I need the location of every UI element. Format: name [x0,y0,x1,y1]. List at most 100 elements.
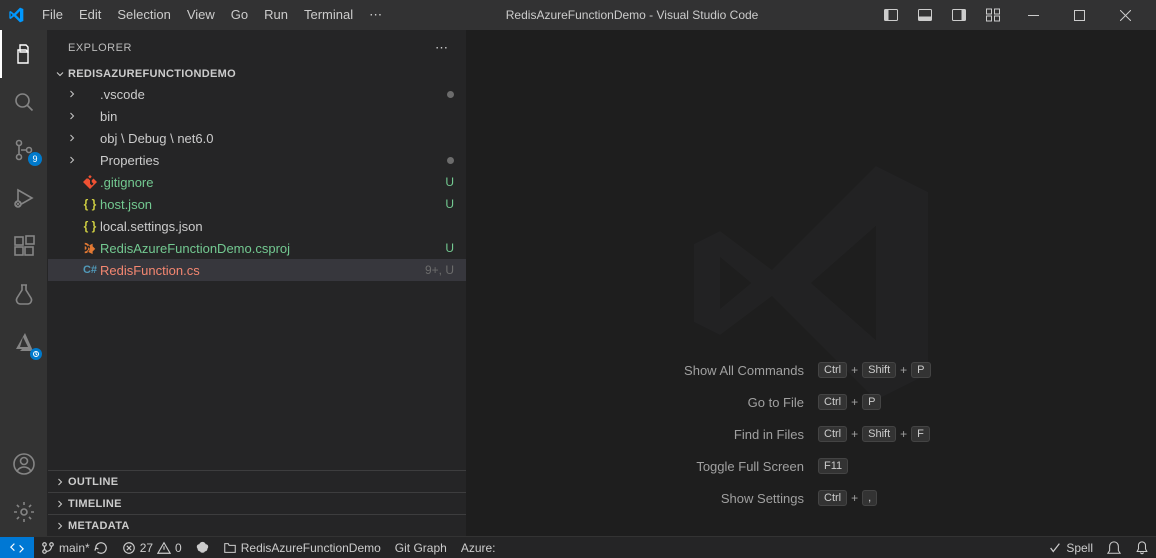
chevron-right-icon [52,498,68,510]
welcome-row: Show All CommandsCtrl+Shift+P [551,362,1071,378]
window-close[interactable] [1102,0,1148,30]
file-row[interactable]: .gitignoreU [48,171,466,193]
welcome-label: Go to File [551,395,804,410]
status-azure[interactable]: Azure: [454,537,503,558]
section-outline-label: OUTLINE [68,476,118,488]
section-metadata[interactable]: METADATA [48,514,466,536]
welcome-row: Toggle Full ScreenF11 [551,458,1071,474]
layout-panel-icon[interactable] [908,2,942,28]
folder-row[interactable]: obj \ Debug \ net6.0 [48,127,466,149]
layout-secondary-sidebar-icon[interactable] [942,2,976,28]
plus-separator: + [851,363,858,377]
menu-more[interactable]: ⋯ [361,3,390,27]
json-file-icon: { } [80,219,100,233]
cs-file-icon: C# [80,264,100,276]
workspace-root[interactable]: REDISAZUREFUNCTIONDEMO [48,65,466,83]
status-folder[interactable]: RedisAzureFunctionDemo [216,537,388,558]
activity-search[interactable] [0,78,48,126]
file-label: .gitignore [100,175,445,190]
keycap: Ctrl [818,394,847,410]
chevron-right-icon [64,132,80,144]
activity-source-control[interactable]: 9 [0,126,48,174]
plus-separator: + [900,427,907,441]
layout-primary-sidebar-icon[interactable] [874,2,908,28]
menu-go[interactable]: Go [223,3,256,27]
window-maximize[interactable] [1056,0,1102,30]
menu-view[interactable]: View [179,3,223,27]
file-label: .vscode [100,87,447,102]
status-problems[interactable]: 27 0 [115,537,189,558]
main-area: 9 [0,30,1156,536]
status-notifications-icon[interactable] [1128,537,1156,558]
file-row[interactable]: RedisAzureFunctionDemo.csprojU [48,237,466,259]
window-minimize[interactable] [1010,0,1056,30]
status-gitgraph[interactable]: Git Graph [388,537,454,558]
activity-bar: 9 [0,30,48,536]
git-file-icon [80,175,100,189]
explorer-title: EXPLORER [68,42,132,54]
welcome-row: Find in FilesCtrl+Shift+F [551,426,1071,442]
folder-row[interactable]: Properties [48,149,466,171]
activity-explorer[interactable] [0,30,48,78]
menu-edit[interactable]: Edit [71,3,109,27]
menu-selection[interactable]: Selection [109,3,178,27]
scm-badge: 9 [28,152,42,166]
activity-accounts[interactable] [0,440,48,488]
git-modified-dot-icon [447,157,454,164]
activity-testing[interactable] [0,270,48,318]
activity-run-debug[interactable] [0,174,48,222]
keycap: Shift [862,426,896,442]
status-branch[interactable]: main* [34,537,115,558]
welcome-keys: F11 [818,458,1071,474]
explorer-more-icon[interactable]: ⋯ [435,40,448,56]
folder-row[interactable]: .vscode [48,83,466,105]
git-status: U [445,197,454,211]
status-remote[interactable] [0,537,34,558]
keycap: P [911,362,930,378]
title-right [874,0,1148,30]
file-label: Properties [100,153,447,168]
file-label: RedisAzureFunctionDemo.csproj [100,241,445,256]
menu-run[interactable]: Run [256,3,296,27]
status-feedback-icon[interactable] [1100,537,1128,558]
section-outline[interactable]: OUTLINE [48,470,466,492]
git-modified-dot-icon [447,91,454,98]
keycap: P [862,394,881,410]
chevron-right-icon [52,520,68,532]
keycap: Ctrl [818,362,847,378]
sync-badge-icon [30,348,42,360]
git-status: 9+, U [425,263,454,277]
status-branch-label: main* [59,541,90,555]
status-errors: 27 [140,541,153,555]
folder-row[interactable]: bin [48,105,466,127]
welcome-label: Show Settings [551,491,804,506]
chevron-down-icon [52,68,68,80]
chevron-right-icon [52,476,68,488]
file-row[interactable]: { }host.jsonU [48,193,466,215]
keycap: Shift [862,362,896,378]
activity-extensions[interactable] [0,222,48,270]
status-bar: main* 27 0 RedisAzureFunctionDemo Git Gr… [0,536,1156,558]
chevron-right-icon [64,110,80,122]
activity-settings[interactable] [0,488,48,536]
menu-bar: File Edit Selection View Go Run Terminal… [34,3,390,27]
file-row[interactable]: C#RedisFunction.cs9+, U [48,259,466,281]
status-spell[interactable]: Spell [1041,537,1100,558]
title-bar: File Edit Selection View Go Run Terminal… [0,0,1156,30]
menu-file[interactable]: File [34,3,71,27]
welcome-keys: Ctrl+, [818,490,1071,506]
file-row[interactable]: { }local.settings.json [48,215,466,237]
activity-azure[interactable] [0,318,48,366]
status-streaming[interactable] [189,537,216,558]
section-timeline[interactable]: TIMELINE [48,492,466,514]
menu-terminal[interactable]: Terminal [296,3,361,27]
file-label: bin [100,109,454,124]
vscode-logo-icon [8,7,24,23]
workspace-root-label: REDISAZUREFUNCTIONDEMO [68,68,236,80]
welcome-keys: Ctrl+Shift+P [818,362,1071,378]
welcome-row: Go to FileCtrl+P [551,394,1071,410]
layout-customize-icon[interactable] [976,2,1010,28]
keycap: Ctrl [818,490,847,506]
plus-separator: + [851,427,858,441]
file-label: host.json [100,197,445,212]
